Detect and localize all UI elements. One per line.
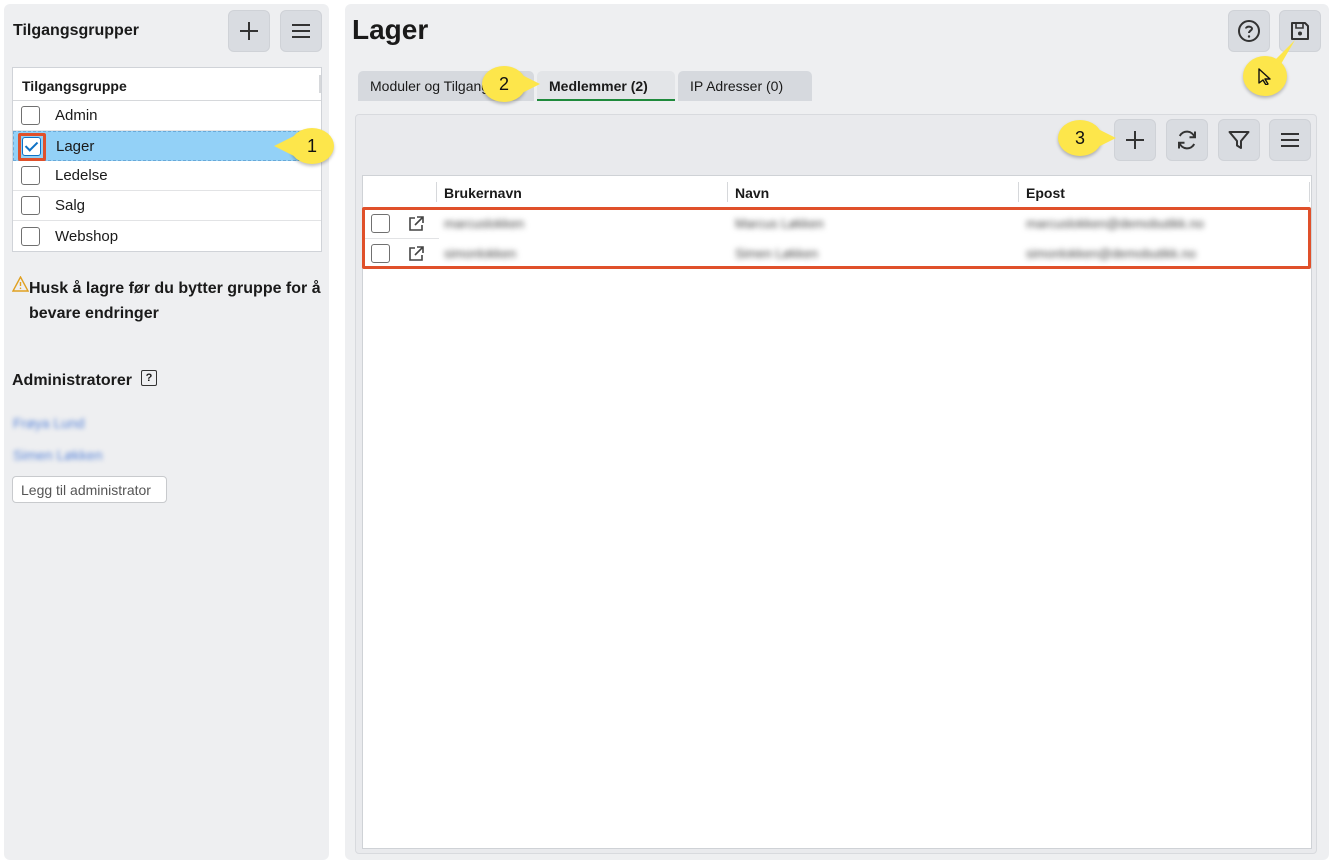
group-label: Webshop bbox=[55, 227, 119, 245]
refresh-button[interactable] bbox=[1166, 119, 1208, 161]
help-icon bbox=[1238, 20, 1260, 42]
column-header-name[interactable]: Navn bbox=[735, 185, 769, 201]
groups-panel: Tilgangsgrupper Tilgangsgruppe Admin Lag… bbox=[4, 4, 329, 860]
group-checkbox[interactable] bbox=[21, 106, 40, 125]
column-separator[interactable] bbox=[1309, 182, 1310, 202]
column-header-email[interactable]: Epost bbox=[1026, 185, 1065, 201]
callout-number: 3 bbox=[1074, 127, 1085, 148]
filter-icon bbox=[1228, 131, 1250, 149]
admin-name[interactable]: Frøya Lund bbox=[13, 415, 85, 431]
column-header-group: Tilgangsgruppe bbox=[22, 78, 127, 94]
groups-grid: Tilgangsgruppe Admin Lager Ledelse Salg … bbox=[12, 67, 322, 252]
save-pointer-callout bbox=[1243, 40, 1295, 96]
tab-members[interactable]: Medlemmer (2) bbox=[537, 71, 675, 101]
column-separator[interactable] bbox=[436, 182, 437, 202]
group-row-ledelse[interactable]: Ledelse bbox=[13, 161, 321, 191]
add-member-button[interactable] bbox=[1114, 119, 1156, 161]
admins-title: Administratorer bbox=[12, 372, 133, 389]
column-resize-handle[interactable] bbox=[319, 75, 321, 93]
tab-ip-addresses[interactable]: IP Adresser (0) bbox=[678, 71, 812, 101]
callout-1: 1 bbox=[274, 128, 334, 164]
group-detail-panel: Lager Moduler og Tilgang Medlemmer (2) I… bbox=[345, 4, 1329, 860]
members-highlight-box bbox=[362, 207, 1311, 269]
group-label: Ledelse bbox=[55, 167, 108, 184]
members-menu-button[interactable] bbox=[1269, 119, 1311, 161]
plus-icon bbox=[240, 22, 258, 40]
members-grid-header: Brukernavn Navn Epost bbox=[363, 176, 1311, 209]
group-checkbox[interactable] bbox=[21, 166, 40, 185]
warning-icon bbox=[12, 276, 29, 292]
menu-icon bbox=[1281, 133, 1299, 147]
add-group-button[interactable] bbox=[228, 10, 270, 52]
callout-number: 2 bbox=[498, 73, 509, 94]
column-header-username[interactable]: Brukernavn bbox=[444, 185, 522, 201]
group-label: Salg bbox=[55, 197, 86, 214]
group-checkbox[interactable] bbox=[21, 226, 40, 246]
group-row-salg[interactable]: Salg bbox=[13, 191, 321, 221]
page-title: Lager bbox=[352, 14, 429, 45]
column-separator[interactable] bbox=[1018, 182, 1019, 202]
help-icon[interactable]: ? bbox=[141, 370, 157, 386]
callout-number: 1 bbox=[306, 135, 317, 156]
callout-3: 3 bbox=[1058, 120, 1116, 156]
filter-button[interactable] bbox=[1218, 119, 1260, 161]
groups-title: Tilgangsgrupper bbox=[13, 22, 139, 39]
group-checkbox[interactable] bbox=[21, 196, 40, 215]
group-label: Admin bbox=[55, 107, 98, 124]
groups-grid-header: Tilgangsgruppe bbox=[13, 68, 321, 101]
plus-icon bbox=[1126, 131, 1144, 149]
column-separator[interactable] bbox=[727, 182, 728, 202]
menu-icon bbox=[292, 24, 310, 38]
groups-menu-button[interactable] bbox=[280, 10, 322, 52]
checkbox-highlight-box bbox=[18, 133, 46, 161]
cursor-icon bbox=[1258, 68, 1271, 85]
group-row-admin[interactable]: Admin bbox=[13, 101, 321, 131]
save-icon bbox=[1291, 22, 1309, 40]
refresh-icon bbox=[1178, 130, 1196, 150]
callout-2: 2 bbox=[482, 66, 540, 102]
add-admin-input[interactable]: Legg til administrator bbox=[12, 476, 167, 503]
members-grid: Brukernavn Navn Epost marcuslokken Marcu… bbox=[362, 175, 1312, 849]
group-row-webshop[interactable]: Webshop bbox=[13, 221, 321, 251]
warning-text: Husk å lagre før du bytter gruppe for å … bbox=[29, 280, 321, 322]
group-label: Lager bbox=[56, 137, 95, 155]
admin-name[interactable]: Simen Løkken bbox=[13, 447, 102, 463]
help-button[interactable] bbox=[1228, 10, 1270, 52]
